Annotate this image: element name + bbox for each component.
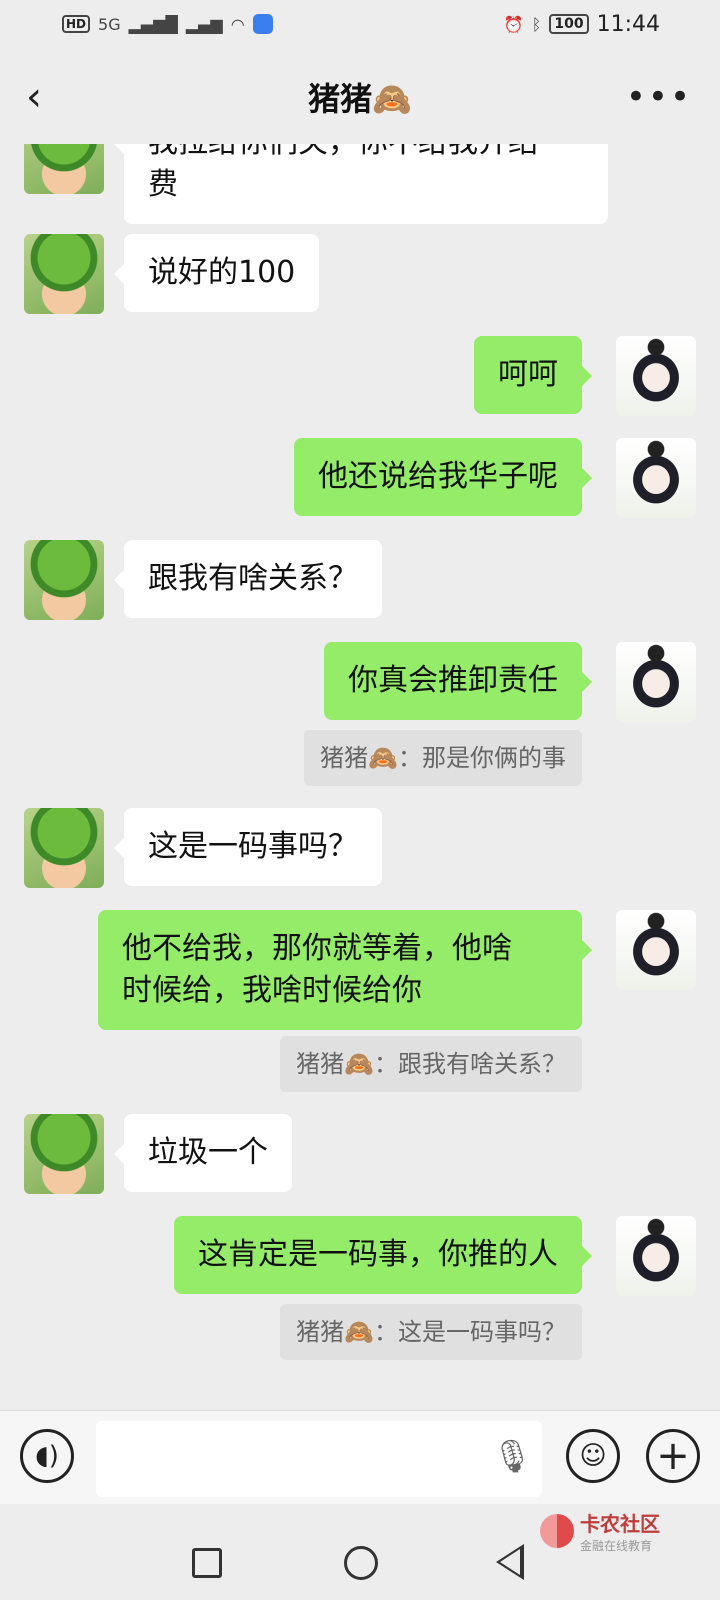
input-bar: ◖) 🎙 ☺ +	[0, 1410, 720, 1504]
system-nav-bar	[0, 1530, 720, 1600]
contact-avatar[interactable]	[24, 144, 104, 194]
chat-title: 猪猪🙈	[308, 80, 412, 118]
status-time: 11:44	[596, 11, 660, 37]
battery-icon: 100	[549, 14, 589, 34]
signal-off-icon: ▂▄▆	[185, 14, 223, 34]
message-bubble[interactable]: 他不给我，那你就等着，他啥 时候给，我啥时候给你	[98, 910, 592, 1030]
quoted-reply[interactable]: 猪猪🙈：那是你俩的事	[304, 730, 582, 786]
my-avatar[interactable]	[616, 1216, 696, 1296]
my-avatar[interactable]	[616, 336, 696, 416]
quoted-reply[interactable]: 猪猪🙈：跟我有啥关系？	[280, 1036, 582, 1092]
recent-apps-icon[interactable]	[192, 1548, 222, 1578]
contact-avatar[interactable]	[24, 808, 104, 888]
message-bubble[interactable]: 垃圾一个	[114, 1114, 292, 1192]
mic-icon[interactable]: 🎙	[492, 1437, 533, 1475]
message-bubble[interactable]: 你真会推卸责任	[324, 642, 592, 720]
message-list[interactable]: 我拉给你们关，你不给我介绍 费 说好的100 呵呵 他还说给我华子呢 跟我有啥关…	[0, 144, 720, 1410]
signal-5g-icon: 5G	[98, 14, 121, 34]
more-dots-icon[interactable]: •••	[626, 72, 692, 122]
back-triangle-icon[interactable]	[496, 1544, 524, 1580]
message-bubble[interactable]: 说好的100	[113, 234, 320, 312]
emoji-icon[interactable]: ☺	[566, 1429, 620, 1483]
contact-avatar[interactable]	[24, 234, 104, 314]
message-bubble[interactable]: 跟我有啥关系？	[114, 540, 382, 618]
message-bubble[interactable]: 呵呵	[474, 336, 592, 414]
message-bubble[interactable]: 他还说给我华子呢	[294, 438, 592, 516]
alarm-icon: ⏰	[503, 14, 524, 34]
plus-icon[interactable]: +	[646, 1429, 700, 1483]
contact-avatar[interactable]	[24, 540, 104, 620]
wifi-icon: ◠	[230, 14, 245, 34]
bluetooth-icon: ᛒ	[531, 14, 542, 34]
message-input[interactable]	[96, 1421, 542, 1497]
quoted-reply[interactable]: 猪猪🙈：这是一码事吗？	[280, 1304, 582, 1360]
message-bubble[interactable]: 我拉给你们关，你不给我介绍 费	[114, 144, 608, 224]
my-avatar[interactable]	[616, 910, 696, 990]
app-notification-icon	[252, 14, 273, 34]
contact-avatar[interactable]	[24, 1114, 104, 1194]
message-bubble[interactable]: 这肯定是一码事，你推的人	[174, 1216, 592, 1294]
my-avatar[interactable]	[616, 642, 696, 722]
chat-header: ‹ 猪猪🙈 •••	[0, 50, 720, 144]
home-icon[interactable]	[344, 1546, 378, 1580]
status-bar: HD 5G ▂▄▆█ ▂▄▆ ◠ ⏰ ᛒ 100 11:44	[0, 0, 720, 48]
signal-bars-icon: ▂▄▆█	[128, 14, 178, 34]
hd-icon: HD	[62, 15, 91, 33]
my-avatar[interactable]	[616, 438, 696, 518]
voice-icon[interactable]: ◖)	[20, 1429, 74, 1483]
chevron-left-icon[interactable]: ‹	[26, 72, 66, 122]
message-bubble[interactable]: 这是一码事吗？	[114, 808, 382, 886]
status-left: HD 5G ▂▄▆█ ▂▄▆ ◠	[62, 14, 273, 34]
status-right: ⏰ ᛒ 100 11:44	[504, 12, 660, 37]
